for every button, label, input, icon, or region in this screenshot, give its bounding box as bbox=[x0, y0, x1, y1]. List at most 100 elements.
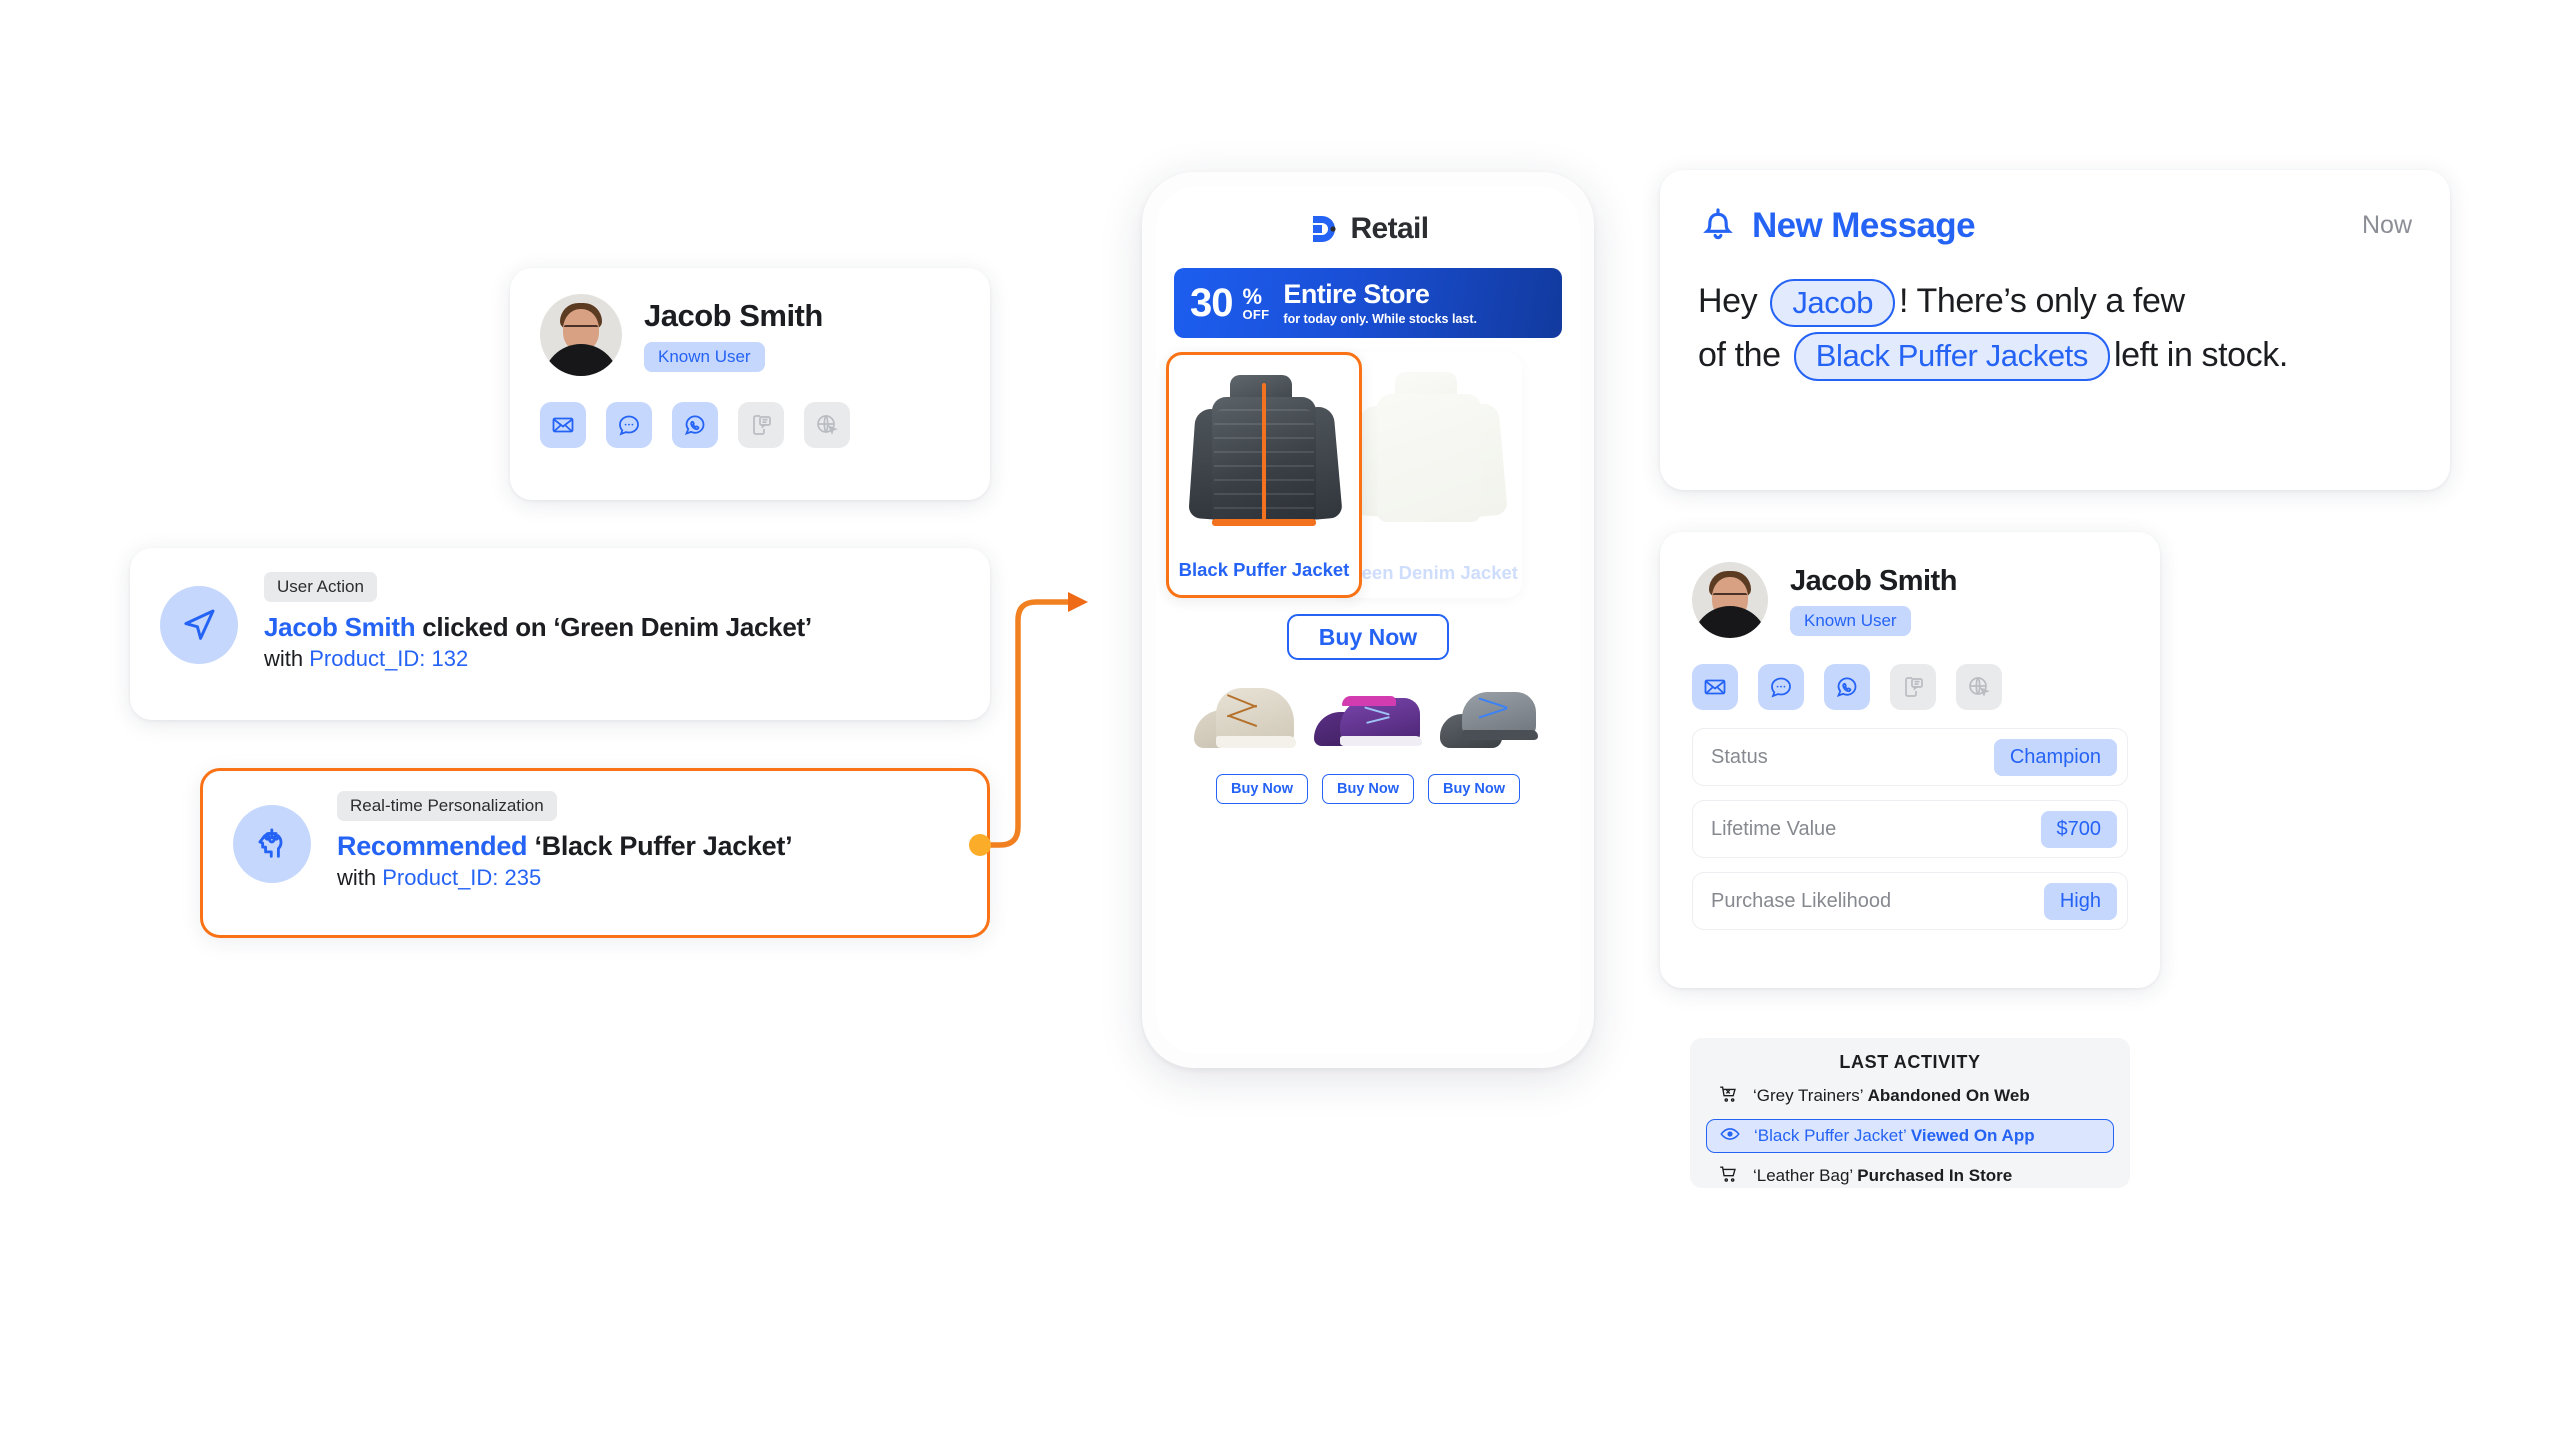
product-name-secondary: Green Denim Jacket bbox=[1340, 562, 1518, 583]
customer-identity: Jacob Smith Known User bbox=[1790, 565, 1957, 636]
message-line1-pre: Hey bbox=[1698, 282, 1767, 320]
personalization-body: Real-time Personalization Recommended ‘B… bbox=[337, 791, 793, 891]
activity-text: ‘Black Puffer Jacket’ Viewed On App bbox=[1754, 1126, 2035, 1146]
customer-name: Jacob Smith bbox=[1790, 564, 1957, 597]
customer-status-badge: Known User bbox=[1790, 605, 1911, 636]
profile-header: Jacob Smith Known User bbox=[540, 294, 960, 376]
status-badge: Known User bbox=[644, 342, 765, 372]
activity-action: Abandoned On Web bbox=[1867, 1086, 2030, 1105]
mobile-push-icon[interactable] bbox=[738, 402, 784, 448]
stat-label: Status bbox=[1711, 745, 1768, 768]
user-action-headline: Jacob Smith clicked on ‘Green Denim Jack… bbox=[264, 612, 812, 643]
personalization-product-id: Product_ID: 235 bbox=[382, 865, 542, 890]
stat-value: Champion bbox=[1993, 738, 2117, 776]
page-title: Jacob Smith bbox=[644, 298, 823, 333]
message-line2-post: left in stock. bbox=[2114, 335, 2288, 374]
user-action-meta: with Product_ID: 132 bbox=[264, 646, 812, 672]
green-denim-jacket-image bbox=[1349, 366, 1509, 536]
personalization-tag: Real-time Personalization bbox=[337, 791, 557, 821]
user-action-verb: clicked on bbox=[415, 612, 554, 642]
message-header: New Message Now bbox=[1698, 202, 2412, 249]
user-profile-card: Jacob Smith Known User bbox=[510, 268, 990, 500]
promo-amount: 30 bbox=[1190, 281, 1233, 325]
user-action-tag: User Action bbox=[264, 572, 377, 602]
user-action-meta-prefix: with bbox=[264, 646, 310, 671]
last-activity-title: LAST ACTIVITY bbox=[1839, 1052, 1981, 1072]
message-title: New Message bbox=[1752, 205, 1976, 245]
activity-action: Purchased In Store bbox=[1857, 1166, 2013, 1185]
eye-icon bbox=[1719, 1123, 1741, 1150]
personalization-headline: Recommended ‘Black Puffer Jacket’ bbox=[337, 831, 793, 862]
promo-off-label: OFF bbox=[1242, 306, 1270, 322]
message-timestamp: Now bbox=[2361, 211, 2412, 239]
personalization-token-product: Black Puffer Jackets bbox=[1793, 332, 2110, 382]
activity-text: ‘Grey Trainers’ Abandoned On Web bbox=[1753, 1086, 2030, 1106]
black-puffer-jacket-image bbox=[1184, 369, 1344, 539]
d-logo-icon bbox=[1307, 212, 1341, 246]
product-carousel: Green Denim Jacket Black Puffer Jacket bbox=[1156, 352, 1580, 602]
paper-plane-icon bbox=[160, 586, 238, 664]
personalization-meta-prefix: with bbox=[337, 865, 383, 890]
whatsapp-icon[interactable] bbox=[1824, 664, 1870, 710]
avatar bbox=[540, 294, 622, 376]
stat-row-status: Status Champion bbox=[1692, 728, 2128, 786]
user-action-object: ‘Green Denim Jacket’ bbox=[553, 612, 812, 642]
activity-item-purchased[interactable]: ‘Leather Bag’ Purchased In Store bbox=[1706, 1159, 2114, 1193]
activity-item-viewed[interactable]: ‘Black Puffer Jacket’ Viewed On App bbox=[1706, 1119, 2114, 1153]
channel-icon-row bbox=[540, 402, 960, 448]
stat-row-purchase-likelihood: Purchase Likelihood High bbox=[1692, 872, 2128, 930]
grey-blue-trail-shoes-image[interactable] bbox=[1434, 676, 1546, 760]
activity-item-abandoned[interactable]: ‘Grey Trainers’ Abandoned On Web bbox=[1706, 1079, 2114, 1113]
purple-running-shoes-image[interactable] bbox=[1312, 676, 1424, 760]
activity-action: Viewed On App bbox=[1910, 1126, 2035, 1145]
recommendation-buy-row: Buy Now Buy Now Buy Now bbox=[1156, 774, 1580, 804]
promo-subtext: for today only. While stocks last. bbox=[1283, 311, 1477, 326]
user-action-body: User Action Jacob Smith clicked on ‘Gree… bbox=[264, 572, 812, 672]
promo-banner[interactable]: 30 % OFF Entire Store for today only. Wh… bbox=[1174, 268, 1562, 338]
canvas: Jacob Smith Known User User Action Jacob… bbox=[0, 0, 2560, 1440]
product-name-primary: Black Puffer Jacket bbox=[1178, 559, 1350, 580]
message-line2-pre: of the bbox=[1698, 335, 1790, 374]
message-body: Hey Jacob! There’s only a few of the Bla… bbox=[1698, 275, 2412, 382]
profile-identity: Jacob Smith Known User bbox=[644, 298, 823, 372]
buy-now-button-primary[interactable]: Buy Now bbox=[1287, 614, 1449, 660]
product-card-secondary[interactable]: Green Denim Jacket bbox=[1336, 352, 1522, 598]
user-action-actor: Jacob Smith bbox=[264, 612, 416, 642]
last-activity-panel: LAST ACTIVITY ‘Grey Trainers’ Abandoned … bbox=[1690, 1038, 2130, 1188]
cart-remove-icon bbox=[1718, 1083, 1740, 1110]
buy-now-button-1[interactable]: Buy Now bbox=[1216, 774, 1308, 804]
promo-headline: Entire Store bbox=[1283, 279, 1430, 310]
phone-screen: Retail 30 % OFF Entire Store for today o… bbox=[1156, 186, 1580, 1054]
stat-row-lifetime-value: Lifetime Value $700 bbox=[1692, 800, 2128, 858]
buy-now-button-2[interactable]: Buy Now bbox=[1322, 774, 1414, 804]
web-push-icon[interactable] bbox=[804, 402, 850, 448]
avatar bbox=[1692, 562, 1768, 638]
customer-stats: Status Champion Lifetime Value $700 Purc… bbox=[1692, 728, 2128, 930]
customer-header: Jacob Smith Known User bbox=[1692, 562, 2128, 638]
sms-chat-icon[interactable] bbox=[606, 402, 652, 448]
recommendation-images bbox=[1156, 676, 1580, 760]
stat-label: Lifetime Value bbox=[1711, 817, 1837, 840]
personalization-token-name: Jacob bbox=[1770, 278, 1896, 328]
product-card-primary[interactable]: Black Puffer Jacket bbox=[1166, 352, 1362, 598]
web-push-icon[interactable] bbox=[1956, 664, 2002, 710]
activity-text: ‘Leather Bag’ Purchased In Store bbox=[1753, 1166, 2012, 1186]
brand-name: Retail bbox=[1350, 212, 1429, 245]
email-icon[interactable] bbox=[540, 402, 586, 448]
new-message-card: New Message Now Hey Jacob! There’s only … bbox=[1660, 170, 2450, 490]
app-brand: Retail bbox=[1156, 186, 1580, 246]
activity-product: ‘Black Puffer Jacket’ bbox=[1754, 1126, 1911, 1145]
whatsapp-icon[interactable] bbox=[672, 402, 718, 448]
ai-brain-icon bbox=[233, 805, 311, 883]
activity-product: ‘Grey Trainers’ bbox=[1753, 1086, 1868, 1105]
tan-hiking-sneakers-image[interactable] bbox=[1190, 676, 1302, 760]
stat-label: Purchase Likelihood bbox=[1711, 889, 1892, 912]
sms-chat-icon[interactable] bbox=[1758, 664, 1804, 710]
promo-percent: % bbox=[1242, 283, 1263, 309]
personalization-meta: with Product_ID: 235 bbox=[337, 865, 792, 891]
buy-now-button-3[interactable]: Buy Now bbox=[1428, 774, 1520, 804]
mobile-push-icon[interactable] bbox=[1890, 664, 1936, 710]
activity-product: ‘Leather Bag’ bbox=[1753, 1166, 1858, 1185]
message-line1-post: ! There’s only a few bbox=[1899, 282, 2185, 320]
email-icon[interactable] bbox=[1692, 664, 1738, 710]
